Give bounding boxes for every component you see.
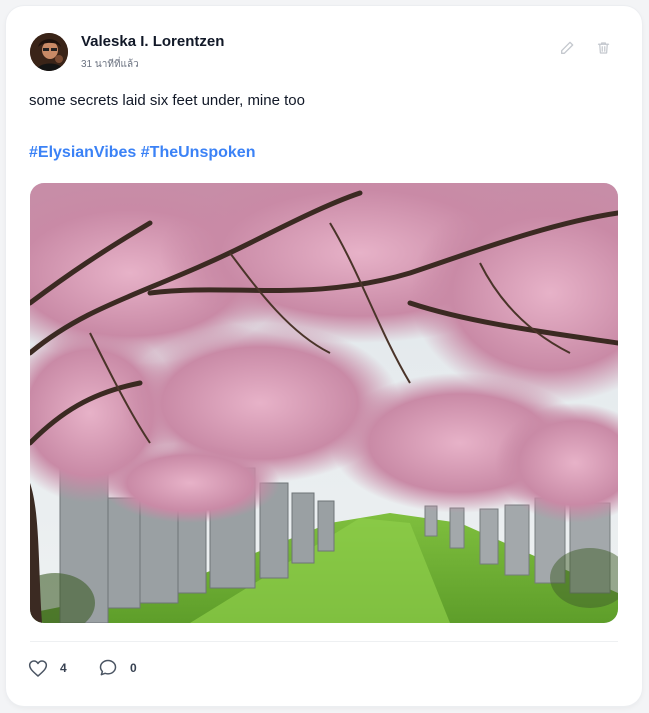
post-image[interactable]	[30, 183, 618, 623]
comment-count: 0	[130, 661, 137, 675]
avatar[interactable]	[30, 33, 68, 71]
post-text: some secrets laid six feet under, mine t…	[29, 92, 305, 109]
hashtag-link[interactable]: #ElysianVibes	[29, 144, 136, 161]
like-count: 4	[60, 661, 67, 675]
author-name[interactable]: Valeska I. Lorentzen	[81, 33, 224, 50]
pencil-icon	[561, 41, 574, 54]
post-card: Valeska I. Lorentzen 31 นาทีที่แล้ว some…	[6, 6, 642, 706]
divider	[30, 641, 618, 642]
hashtag-link[interactable]: #TheUnspoken	[141, 144, 256, 161]
heart-icon	[28, 659, 48, 677]
edit-button[interactable]	[557, 38, 577, 58]
delete-button[interactable]	[593, 38, 613, 58]
hashtag-list: #ElysianVibes #TheUnspoken	[29, 144, 255, 162]
speech-bubble-icon	[99, 659, 117, 676]
post-timestamp: 31 นาทีที่แล้ว	[81, 59, 139, 70]
comment-button[interactable]: 0	[98, 657, 137, 679]
like-button[interactable]: 4	[28, 657, 67, 679]
trash-icon	[597, 42, 609, 54]
